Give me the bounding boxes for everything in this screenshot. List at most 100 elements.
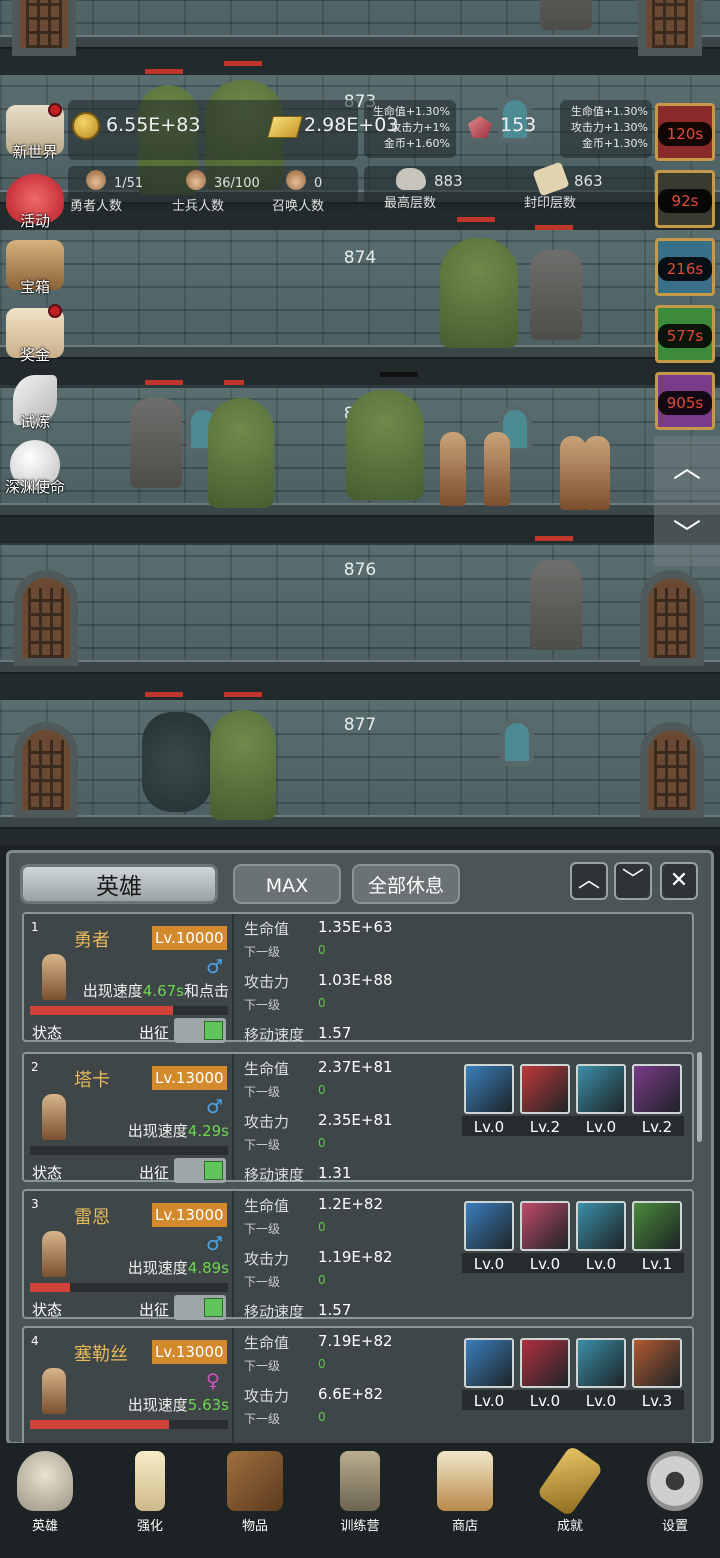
nav-achievements[interactable]: 成就: [530, 1444, 610, 1534]
floor-number: 876: [343, 560, 377, 580]
atk-value: 2.35E+81: [318, 1111, 393, 1129]
nav-settings[interactable]: 设置: [635, 1451, 715, 1534]
hammer-icon[interactable]: [632, 1064, 682, 1114]
nav-enhance[interactable]: 强化: [110, 1451, 190, 1534]
boots-icon[interactable]: [576, 1201, 626, 1251]
rest-all-button[interactable]: 全部休息: [352, 864, 460, 904]
close-icon: ✕: [669, 868, 689, 893]
knight-enemy: [530, 560, 582, 650]
menu-trial[interactable]: 试炼: [0, 375, 70, 432]
menu-chest[interactable]: 宝箱: [0, 240, 70, 297]
timer-buff-4[interactable]: 577s: [655, 305, 715, 363]
notification-badge: [48, 103, 62, 117]
nav-items[interactable]: 物品: [215, 1451, 295, 1534]
door: [12, 0, 76, 56]
gear-icon: [647, 1451, 703, 1511]
boots-icon[interactable]: [576, 1064, 626, 1114]
orc-enemy: [210, 710, 276, 820]
nav-shop[interactable]: 商店: [425, 1451, 505, 1534]
hero-index: 1: [31, 920, 39, 934]
timer-text: 120s: [658, 122, 712, 146]
atk-value: 1.19E+82: [318, 1248, 393, 1266]
close-button[interactable]: ✕: [660, 862, 698, 900]
move-speed-label: 移动速度: [244, 1303, 305, 1321]
deploy-toggle[interactable]: [174, 1018, 226, 1043]
scroll-down-button[interactable]: ﹀: [654, 502, 720, 566]
menu-abyss-mission[interactable]: 深渊使命: [0, 440, 70, 497]
skill-level: Lv.0: [585, 1118, 617, 1136]
nav-label: 设置: [661, 1519, 688, 1534]
goldbar-bonus: 生命值+1.30% 攻击力+1% 金币+1.60%: [372, 105, 450, 150]
next-level-value: 0: [318, 943, 326, 957]
chevron-down-icon: ﹀: [621, 868, 644, 893]
scroll-up-button[interactable]: ︿: [654, 436, 720, 500]
shield-star-icon[interactable]: [464, 1338, 514, 1388]
enemy-hp-bar: [145, 380, 183, 385]
spawn-speed: 出现速度4.89s: [127, 1259, 229, 1277]
timer-text: 216s: [658, 257, 712, 281]
nav-training[interactable]: 训练营: [320, 1451, 400, 1534]
hero-count: 1/51: [114, 176, 144, 191]
enemy-hp-bar: [457, 217, 495, 222]
hero-count-label: 勇者人数: [70, 199, 123, 214]
monster-icon[interactable]: [520, 1338, 570, 1388]
knight-enemy: [130, 398, 182, 488]
sword-icon[interactable]: [464, 1201, 514, 1251]
hero-card[interactable]: 4 塞勒丝 Lv.13000 ♀ 出现速度5.63s 生命值 7.19E+82 下一级 0 攻击力…: [22, 1326, 694, 1457]
deploy-toggle[interactable]: [174, 1158, 226, 1183]
hero-card[interactable]: 3 雷恩 Lv.13000 ♂ 出现速度4.89s 状态 出征 生命值 1.2E+82 下一级 0 攻…: [22, 1189, 694, 1321]
summon-count-label: 召唤人数: [272, 199, 325, 214]
timer-buff-3[interactable]: 216s: [655, 238, 715, 296]
hero-unit: [484, 432, 510, 506]
leaf-icon[interactable]: [632, 1201, 682, 1251]
next-level-value: 0: [318, 996, 326, 1010]
skill-level: Lv.0: [585, 1392, 617, 1410]
divider: [232, 1328, 234, 1454]
timer-buff-1[interactable]: 120s: [655, 103, 715, 161]
summon-count: 0: [314, 176, 323, 191]
next-level-value: 0: [318, 1273, 326, 1287]
panel-title-tab[interactable]: 英雄: [20, 864, 218, 904]
spawn-speed: 出现速度5.63s: [127, 1396, 229, 1414]
door: [640, 570, 704, 666]
soldier-count-label: 士兵人数: [172, 199, 225, 214]
nav-heroes[interactable]: 英雄: [5, 1451, 85, 1534]
candle-icon: [135, 1451, 165, 1511]
menu-event[interactable]: 活动: [0, 174, 70, 231]
battle-axe-icon[interactable]: [520, 1064, 570, 1114]
menu-bonus[interactable]: 奖金: [0, 308, 70, 365]
hero-name: 勇者: [74, 930, 110, 951]
divider: [232, 1191, 234, 1317]
hero-head-icon: [86, 170, 106, 190]
boots-icon[interactable]: [576, 1338, 626, 1388]
totem-icon[interactable]: [632, 1338, 682, 1388]
move-speed-value: 1.57: [318, 1301, 352, 1319]
collapse-up-button[interactable]: ︿: [570, 862, 608, 900]
nav-label: 商店: [451, 1519, 478, 1534]
divider: [232, 914, 234, 1040]
tower-view[interactable]: 873 874 875 876 877 6.55E+83 2.98E+03: [0, 0, 720, 845]
axe-icon[interactable]: [464, 1064, 514, 1114]
expand-down-button[interactable]: ﹀: [614, 862, 652, 900]
summon-head-icon: [286, 170, 306, 190]
max-button[interactable]: MAX: [233, 864, 341, 904]
enemy-hp-bar: [380, 372, 418, 377]
hero-card[interactable]: 1 勇者 Lv.10000 ♂ 出现速度4.67s和点击 状态 出征 生命值 1.35E+63 下…: [22, 912, 694, 1044]
next-level-label: 下一级: [244, 1222, 281, 1236]
next-level-value: 0: [318, 1136, 326, 1150]
door: [638, 0, 702, 56]
panel-scrollbar[interactable]: [697, 1052, 702, 1142]
next-level-label: 下一级: [244, 1275, 281, 1289]
timer-buff-2[interactable]: 92s: [655, 170, 715, 228]
skill-level: Lv.0: [529, 1255, 561, 1273]
blade-icon[interactable]: [520, 1201, 570, 1251]
hp-label: 生命值: [244, 1197, 290, 1215]
hero-card[interactable]: 2 塔卡 Lv.13000 ♂ 出现速度4.29s 状态 出征 生命值 2.37E+81 下一级 0…: [22, 1052, 694, 1184]
orc-enemy: [346, 390, 424, 500]
deploy-toggle[interactable]: [174, 1295, 226, 1320]
enemy-hp-bar: [224, 61, 262, 66]
sealed-floor: 863: [574, 172, 603, 190]
next-level-label: 下一级: [244, 1138, 281, 1152]
menu-label: 深渊使命: [4, 478, 65, 496]
timer-buff-5[interactable]: 905s: [655, 372, 715, 430]
